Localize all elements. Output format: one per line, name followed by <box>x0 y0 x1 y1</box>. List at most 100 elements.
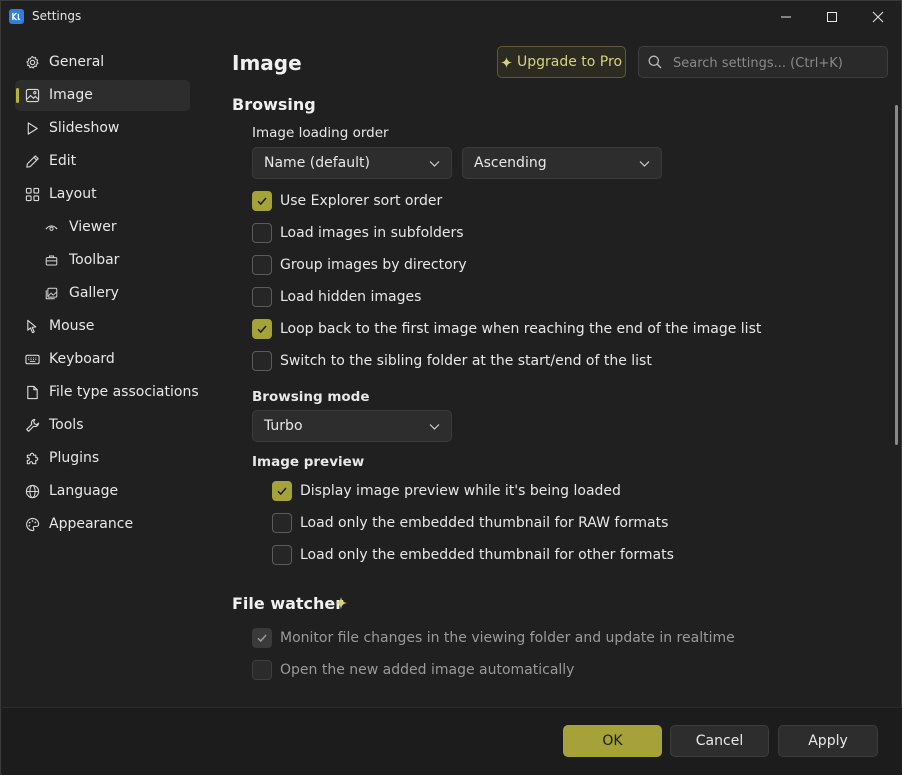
sidebar-item-image[interactable]: Image <box>15 80 190 111</box>
sidebar-item-mouse[interactable]: Mouse <box>15 311 190 342</box>
cancel-button[interactable]: Cancel <box>670 725 769 757</box>
checkbox[interactable] <box>252 191 272 211</box>
apply-button[interactable]: Apply <box>778 725 878 757</box>
checkbox[interactable] <box>252 660 272 680</box>
checkmark-icon <box>277 487 287 496</box>
play-icon <box>25 121 40 136</box>
close-button[interactable] <box>855 1 901 32</box>
wrench-icon <box>25 418 40 433</box>
checkbox[interactable] <box>252 223 272 243</box>
option-label: Load only the embedded thumbnail for oth… <box>300 547 674 563</box>
chevron-down-icon <box>429 424 440 430</box>
sidebar-item-label: Language <box>49 483 119 499</box>
option-load-hidden-images[interactable]: Load hidden images <box>252 286 421 308</box>
sidebar-item-layout[interactable]: Layout <box>15 179 190 210</box>
checkmark-icon <box>257 325 267 334</box>
option-use-explorer-sort-order[interactable]: Use Explorer sort order <box>252 190 442 212</box>
option-label: Monitor file changes in the viewing fold… <box>280 630 735 646</box>
sidebar-item-edit[interactable]: Edit <box>15 146 190 177</box>
chevron-down-icon <box>639 161 650 167</box>
keyboard-icon <box>25 352 40 367</box>
chevron-down-icon <box>429 161 440 167</box>
option-switch-sibling-folder[interactable]: Switch to the sibling folder at the star… <box>252 350 652 372</box>
active-indicator <box>16 88 19 103</box>
minimize-icon <box>781 16 791 17</box>
sidebar-item-label: Image <box>49 87 93 103</box>
option-label: Display image preview while it's being l… <box>300 483 621 499</box>
close-icon <box>872 11 884 22</box>
option-label: Use Explorer sort order <box>280 193 443 209</box>
palette-icon <box>25 517 40 532</box>
sidebar-item-label: Appearance <box>49 516 134 532</box>
ok-button[interactable]: OK <box>563 725 662 757</box>
sidebar-item-label: Mouse <box>49 318 95 334</box>
checkbox[interactable] <box>272 545 292 565</box>
option-thumbnail-other[interactable]: Load only the embedded thumbnail for oth… <box>272 544 674 566</box>
option-display-image-preview[interactable]: Display image preview while it's being l… <box>272 480 621 502</box>
sort-by-dropdown[interactable]: Name (default) <box>252 147 452 179</box>
option-loop-back[interactable]: Loop back to the first image when reachi… <box>252 318 761 340</box>
sidebar-item-label: Edit <box>49 153 77 169</box>
sidebar-item-label: Toolbar <box>69 252 120 268</box>
sidebar-item-label: Viewer <box>69 219 117 235</box>
dropdown-value: Name (default) <box>264 155 370 171</box>
maximize-icon <box>827 11 837 22</box>
sidebar-item-file-type-associations[interactable]: File type associations <box>15 377 199 408</box>
sidebar-item-label: Gallery <box>69 285 119 301</box>
checkbox[interactable] <box>252 319 272 339</box>
checkbox[interactable] <box>252 628 272 648</box>
option-label: Load hidden images <box>280 289 422 305</box>
maximize-button[interactable] <box>809 1 855 32</box>
sidebar-item-label: Layout <box>49 186 97 202</box>
option-group-images-by-directory[interactable]: Group images by directory <box>252 254 467 276</box>
sidebar-item-keyboard[interactable]: Keyboard <box>15 344 190 375</box>
sparkle-icon <box>500 56 512 68</box>
sidebar-item-label: Tools <box>49 417 84 433</box>
sidebar-item-language[interactable]: Language <box>15 476 190 507</box>
option-load-images-in-subfolders[interactable]: Load images in subfolders <box>252 222 464 244</box>
search-box[interactable] <box>638 46 888 78</box>
eye-icon <box>45 221 58 234</box>
dropdown-value: Ascending <box>474 155 547 171</box>
sidebar-item-gallery[interactable]: Gallery <box>15 278 190 309</box>
option-label: Loop back to the first image when reachi… <box>280 321 762 337</box>
sidebar-item-plugins[interactable]: Plugins <box>15 443 190 474</box>
window-title: Settings <box>32 9 82 23</box>
option-monitor-file-changes[interactable]: Monitor file changes in the viewing fold… <box>252 627 735 649</box>
option-label: Load images in subfolders <box>280 225 464 241</box>
checkbox[interactable] <box>252 287 272 307</box>
app-logo-icon <box>9 9 24 24</box>
upgrade-label: Upgrade to Pro <box>516 54 623 70</box>
option-thumbnail-raw[interactable]: Load only the embedded thumbnail for RAW… <box>272 512 668 534</box>
option-label: Switch to the sibling folder at the star… <box>280 353 652 369</box>
sidebar-item-general[interactable]: General <box>15 47 190 78</box>
sidebar-item-tools[interactable]: Tools <box>15 410 190 441</box>
option-open-new-image[interactable]: Open the new added image automatically <box>252 659 574 681</box>
option-label: Load only the embedded thumbnail for RAW… <box>300 515 669 531</box>
sidebar-item-appearance[interactable]: Appearance <box>15 509 190 540</box>
sidebar-item-label: File type associations <box>49 384 199 400</box>
settings-window: Settings General Image Slideshow Edit La… <box>0 0 902 775</box>
browsing-mode-dropdown[interactable]: Turbo <box>252 410 452 442</box>
pro-sparkle-icon <box>335 597 347 609</box>
checkbox[interactable] <box>252 351 272 371</box>
sidebar-item-toolbar[interactable]: Toolbar <box>15 245 190 276</box>
content-scrollbar[interactable] <box>895 105 898 445</box>
sidebar-item-label: Keyboard <box>49 351 115 367</box>
image-preview-label: Image preview <box>252 454 365 470</box>
checkbox[interactable] <box>252 255 272 275</box>
sidebar-item-label: Slideshow <box>49 120 120 136</box>
title-bar[interactable]: Settings <box>1 1 901 32</box>
mouse-icon <box>25 319 40 334</box>
checkbox[interactable] <box>272 513 292 533</box>
checkmark-icon <box>257 634 267 643</box>
search-input[interactable] <box>673 53 883 73</box>
sort-direction-dropdown[interactable]: Ascending <box>462 147 662 179</box>
sidebar-item-label: Plugins <box>49 450 100 466</box>
upgrade-to-pro-button[interactable]: Upgrade to Pro <box>497 46 626 78</box>
option-label: Group images by directory <box>280 257 467 273</box>
sidebar-item-viewer[interactable]: Viewer <box>15 212 190 243</box>
sidebar-item-slideshow[interactable]: Slideshow <box>15 113 190 144</box>
minimize-button[interactable] <box>763 1 809 32</box>
checkbox[interactable] <box>272 481 292 501</box>
